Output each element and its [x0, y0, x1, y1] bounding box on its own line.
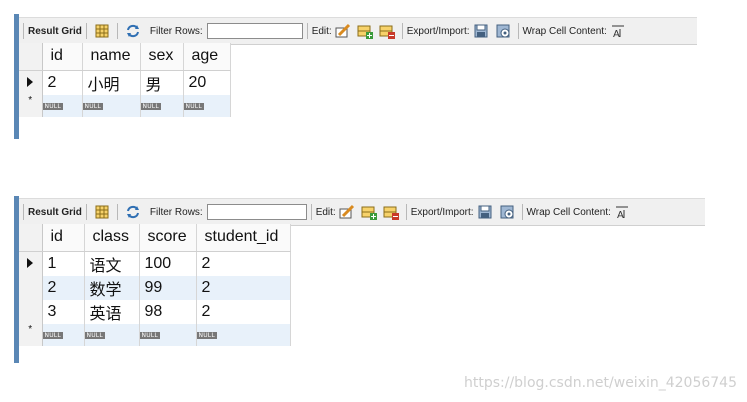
null-badge: NULL: [82, 102, 103, 110]
column-header-student-id[interactable]: student_id: [196, 224, 291, 252]
row-header: [19, 299, 43, 324]
refresh-icon[interactable]: [125, 204, 141, 220]
column-header-sex[interactable]: sex: [140, 43, 184, 71]
toolbar-separator: [517, 23, 519, 39]
toolbar-separator: [401, 23, 403, 39]
filter-rows-input[interactable]: [206, 204, 307, 220]
cell-score[interactable]: 98: [139, 299, 197, 324]
column-header-age[interactable]: age: [183, 43, 231, 71]
toolbar-separator: [521, 204, 523, 220]
toolbar-separator: [306, 23, 308, 39]
cell-name[interactable]: 小明: [82, 70, 141, 95]
edit-label: Edit:: [315, 206, 336, 218]
wrap-text-icon[interactable]: A: [614, 204, 630, 221]
export-icon[interactable]: [477, 204, 493, 220]
cell-class[interactable]: 数学: [84, 275, 140, 300]
cell-score[interactable]: 100: [139, 251, 197, 276]
new-row-marker: *: [19, 94, 43, 117]
cell-score[interactable]: 99: [139, 275, 197, 300]
cell-class[interactable]: 英语: [84, 299, 140, 324]
row-header-corner: [19, 43, 43, 71]
wrap-text-icon[interactable]: A: [610, 23, 626, 40]
grid-view-icon[interactable]: [94, 204, 110, 220]
filter-rows-input[interactable]: [206, 23, 303, 39]
edit-row-icon[interactable]: [339, 204, 355, 220]
toolbar-separator: [116, 204, 118, 220]
wrap-cell-label: Wrap Cell Content:: [522, 25, 607, 37]
table-row[interactable]: 1 语文 100 2: [19, 251, 291, 276]
svg-text:A: A: [617, 210, 624, 220]
null-badge: NULL: [42, 331, 63, 339]
filter-rows-label: Filter Rows:: [149, 206, 203, 218]
cell-student-id[interactable]: 2: [196, 251, 291, 276]
watermark-text: https://blog.csdn.net/weixin_42056745: [463, 375, 737, 391]
table-row[interactable]: 2 数学 99 2: [19, 275, 291, 300]
null-badge: NULL: [139, 331, 160, 339]
toolbar-separator: [23, 204, 24, 220]
cell-id[interactable]: 3: [42, 299, 85, 324]
add-row-icon[interactable]: [361, 204, 377, 220]
add-row-icon[interactable]: [357, 23, 373, 39]
row-header: [19, 275, 43, 300]
result-grid-table-2: id class score student_id 1 语文 100 2 2 数…: [19, 224, 291, 346]
toolbar-separator: [85, 23, 87, 39]
panel2-toolbar: Result Grid Filter Rows: Edit: Export/Im…: [19, 198, 705, 226]
table-row[interactable]: 3 英语 98 2: [19, 299, 291, 324]
null-badge: NULL: [183, 102, 204, 110]
column-header-class[interactable]: class: [84, 224, 140, 252]
grid-view-icon[interactable]: [94, 23, 110, 39]
column-header-score[interactable]: score: [139, 224, 197, 252]
column-header-id[interactable]: id: [42, 224, 85, 252]
cell-id[interactable]: 1: [42, 251, 85, 276]
refresh-icon[interactable]: [125, 23, 141, 39]
wrap-cell-label: Wrap Cell Content:: [526, 206, 611, 218]
row-header-corner: [19, 224, 43, 252]
toolbar-separator: [310, 204, 312, 220]
new-row-marker: *: [19, 323, 43, 346]
toolbar-separator: [23, 23, 24, 39]
null-badge: NULL: [84, 331, 105, 339]
panel1-toolbar: Result Grid Filter Rows: Edit: Export/Im…: [19, 17, 697, 45]
null-badge: NULL: [140, 102, 161, 110]
result-grid-table-1: id name sex age 2 小明 男 20 * NULL NULL NU…: [19, 43, 231, 117]
null-badge: NULL: [42, 102, 63, 110]
cell-sex[interactable]: 男: [140, 70, 184, 95]
new-row[interactable]: * NULL NULL NULL NULL: [19, 94, 231, 117]
toolbar-separator: [85, 204, 87, 220]
cell-student-id[interactable]: 2: [196, 299, 291, 324]
toolbar-separator: [116, 23, 118, 39]
toolbar-separator: [405, 204, 407, 220]
import-icon[interactable]: [499, 204, 515, 220]
cell-id[interactable]: 2: [42, 70, 83, 95]
filter-rows-label: Filter Rows:: [149, 25, 203, 37]
null-badge: NULL: [196, 331, 217, 339]
column-header-id[interactable]: id: [42, 43, 83, 71]
delete-row-icon[interactable]: [379, 23, 395, 39]
export-icon[interactable]: [473, 23, 489, 39]
new-row[interactable]: * NULL NULL NULL NULL: [19, 323, 291, 346]
current-row-arrow-icon: [19, 251, 43, 276]
export-import-label: Export/Import:: [406, 25, 470, 37]
svg-text:A: A: [613, 29, 620, 39]
delete-row-icon[interactable]: [383, 204, 399, 220]
table-row[interactable]: 2 小明 男 20: [19, 70, 231, 95]
edit-row-icon[interactable]: [335, 23, 351, 39]
result-grid-tab[interactable]: Result Grid: [28, 26, 82, 37]
import-icon[interactable]: [495, 23, 511, 39]
result-grid-tab[interactable]: Result Grid: [28, 207, 82, 218]
current-row-arrow-icon: [19, 70, 43, 95]
column-header-name[interactable]: name: [82, 43, 141, 71]
cell-class[interactable]: 语文: [84, 251, 140, 276]
cell-student-id[interactable]: 2: [196, 275, 291, 300]
export-import-label: Export/Import:: [410, 206, 474, 218]
cell-id[interactable]: 2: [42, 275, 85, 300]
edit-label: Edit:: [311, 25, 332, 37]
cell-age[interactable]: 20: [183, 70, 231, 95]
